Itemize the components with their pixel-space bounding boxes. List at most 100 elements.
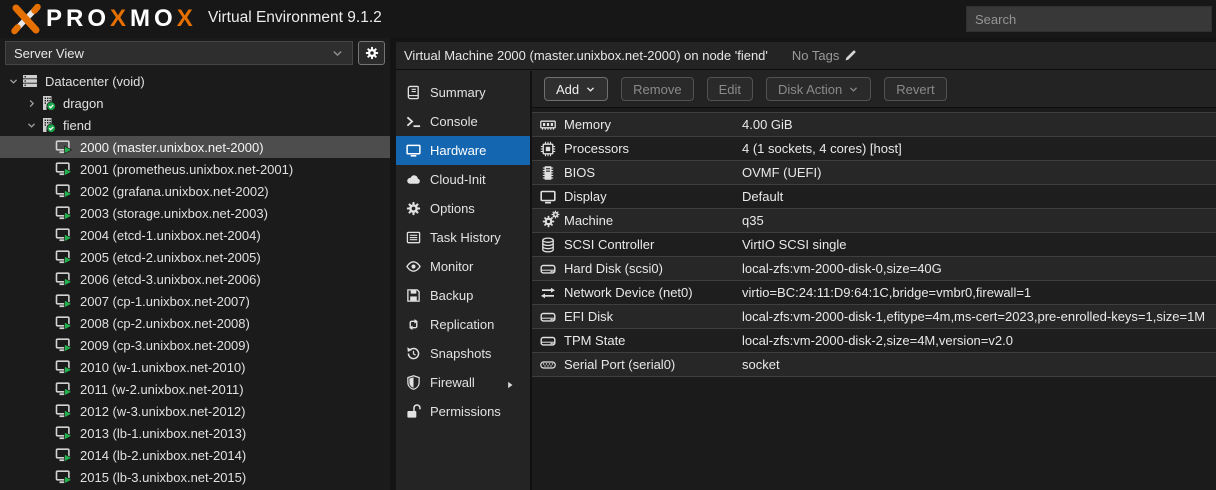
revert-button[interactable]: Revert [884, 77, 947, 101]
no-tags-label: No Tags [791, 48, 840, 63]
hardware-row-machine[interactable]: Machine q35 [532, 209, 1216, 233]
resource-tree: Datacenter (void) dragon fiend 2000 (mas… [0, 70, 390, 490]
edit-button[interactable]: Edit [706, 77, 753, 101]
chevron-down-icon [585, 84, 596, 95]
tree-item-2013[interactable]: 2013 (lb-1.unixbox.net-2013) [0, 422, 390, 444]
unlock-icon [406, 404, 422, 420]
tab-snapshots[interactable]: Snapshots [396, 339, 530, 368]
hardware-row-display[interactable]: Display Default [532, 185, 1216, 209]
tree-item-label: 2015 (lb-3.unixbox.net-2015) [80, 469, 247, 485]
tree-item-fiend[interactable]: fiend [0, 114, 390, 136]
hardware-label: Processors [564, 141, 630, 156]
database-icon [538, 237, 558, 253]
vm-config-menu: Summary Console Hardware Cloud-Init Opti… [396, 71, 530, 490]
tab-task-history[interactable]: Task History [396, 223, 530, 252]
tree-item-2015[interactable]: 2015 (lb-3.unixbox.net-2015) [0, 466, 390, 488]
tree-item-label: 2005 (etcd-2.unixbox.net-2005) [80, 249, 261, 265]
add-button[interactable]: Add [544, 77, 609, 101]
tree-item-label: 2014 (lb-2.unixbox.net-2014) [80, 447, 247, 463]
menu-label: Replication [430, 317, 495, 332]
hardware-table: Memory 4.00 GiB Processors 4 (1 sockets,… [532, 112, 1216, 377]
tab-options[interactable]: Options [396, 194, 530, 223]
vm-running-icon [55, 293, 73, 309]
tree-item-datacenter[interactable]: Datacenter (void) [0, 70, 390, 92]
memory-icon [538, 117, 558, 133]
menu-label: Monitor [430, 259, 474, 274]
tree-item-2007[interactable]: 2007 (cp-1.unixbox.net-2007) [0, 290, 390, 312]
hardware-label: Hard Disk (scsi0) [564, 261, 663, 276]
chevron-down-icon[interactable] [8, 75, 22, 87]
tree-item-label: 2006 (etcd-3.unixbox.net-2006) [80, 271, 261, 287]
tab-hardware[interactable]: Hardware [396, 136, 530, 165]
hardware-row-scsi-controller[interactable]: SCSI Controller VirtIO SCSI single [532, 233, 1216, 257]
chevron-right-icon[interactable] [26, 97, 40, 109]
top-header-bar: PROXMOX Virtual Environment 9.1.2 [0, 0, 1216, 38]
edit-tags-button[interactable] [844, 49, 857, 62]
disk-action-button-label: Disk Action [777, 81, 843, 97]
tree-item-label: 2013 (lb-1.unixbox.net-2013) [80, 425, 247, 441]
list-icon [406, 230, 422, 246]
tab-permissions[interactable]: Permissions [396, 397, 530, 426]
tree-item-2012[interactable]: 2012 (w-3.unixbox.net-2012) [0, 400, 390, 422]
vm-running-icon [55, 359, 73, 375]
tab-monitor[interactable]: Monitor [396, 252, 530, 281]
tree-item-2008[interactable]: 2008 (cp-2.unixbox.net-2008) [0, 312, 390, 334]
node-icon [40, 117, 56, 133]
tab-console[interactable]: Console [396, 107, 530, 136]
menu-label: Firewall [430, 375, 475, 390]
tree-item-2014[interactable]: 2014 (lb-2.unixbox.net-2014) [0, 444, 390, 466]
tree-item-2004[interactable]: 2004 (etcd-1.unixbox.net-2004) [0, 224, 390, 246]
tab-replication[interactable]: Replication [396, 310, 530, 339]
tree-item-2006[interactable]: 2006 (etcd-3.unixbox.net-2006) [0, 268, 390, 290]
pencil-icon [844, 49, 857, 62]
terminal-icon [406, 114, 422, 130]
hardware-row-network-device[interactable]: Network Device (net0) virtio=BC:24:11:D9… [532, 281, 1216, 305]
hardware-row-hard-disk[interactable]: Hard Disk (scsi0) local-zfs:vm-2000-disk… [532, 257, 1216, 281]
microchip-icon [538, 165, 558, 181]
remove-button[interactable]: Remove [621, 77, 694, 101]
tree-item-2002[interactable]: 2002 (grafana.unixbox.net-2002) [0, 180, 390, 202]
monitor-icon [406, 143, 422, 159]
monitor-icon [538, 189, 558, 205]
tree-item-dragon[interactable]: dragon [0, 92, 390, 114]
vm-running-icon [55, 469, 73, 485]
tree-item-label: Datacenter (void) [45, 73, 145, 89]
menu-label: Backup [430, 288, 474, 303]
sync-arrows-icon [406, 317, 422, 333]
vm-running-icon [55, 205, 73, 221]
tree-item-label: 2003 (storage.unixbox.net-2003) [80, 205, 268, 221]
hardware-row-efi-disk[interactable]: EFI Disk local-zfs:vm-2000-disk-1,efityp… [532, 305, 1216, 329]
tab-cloud-init[interactable]: Cloud-Init [396, 165, 530, 194]
main-panel: Virtual Machine 2000 (master.unixbox.net… [396, 42, 1216, 490]
tree-item-label: 2008 (cp-2.unixbox.net-2008) [80, 315, 250, 331]
tab-backup[interactable]: Backup [396, 281, 530, 310]
menu-label: Summary [430, 85, 486, 100]
tree-item-2003[interactable]: 2003 (storage.unixbox.net-2003) [0, 202, 390, 224]
tree-item-label: 2011 (w-2.unixbox.net-2011) [80, 381, 244, 397]
revert-button-label: Revert [896, 81, 935, 97]
tree-item-2011[interactable]: 2011 (w-2.unixbox.net-2011) [0, 378, 390, 400]
disk-action-button[interactable]: Disk Action [765, 77, 872, 101]
chevron-down-icon[interactable] [26, 119, 40, 131]
chevron-down-icon [848, 84, 859, 95]
tree-item-2001[interactable]: 2001 (prometheus.unixbox.net-2001) [0, 158, 390, 180]
vm-running-icon [55, 271, 73, 287]
tab-firewall[interactable]: Firewall [396, 368, 530, 397]
tree-item-label: fiend [63, 117, 92, 133]
hardware-value: VirtIO SCSI single [742, 237, 847, 252]
tree-item-2005[interactable]: 2005 (etcd-2.unixbox.net-2005) [0, 246, 390, 268]
hardware-row-memory[interactable]: Memory 4.00 GiB [532, 113, 1216, 137]
tree-item-2010[interactable]: 2010 (w-1.unixbox.net-2010) [0, 356, 390, 378]
hardware-row-tpm-state[interactable]: TPM State local-zfs:vm-2000-disk-2,size=… [532, 329, 1216, 353]
search-input[interactable] [966, 6, 1212, 32]
hardware-row-processors[interactable]: Processors 4 (1 sockets, 4 cores) [host] [532, 137, 1216, 161]
tree-item-2009[interactable]: 2009 (cp-3.unixbox.net-2009) [0, 334, 390, 356]
hardware-row-serial-port[interactable]: Serial Port (serial0) socket [532, 353, 1216, 377]
tree-item-2000[interactable]: 2000 (master.unixbox.net-2000) [0, 136, 390, 158]
hardware-row-bios[interactable]: BIOS OVMF (UEFI) [532, 161, 1216, 185]
gear-icon [406, 201, 422, 217]
tab-summary[interactable]: Summary [396, 78, 530, 107]
tree-item-label: 2002 (grafana.unixbox.net-2002) [80, 183, 269, 199]
server-view-selector[interactable]: Server View [5, 41, 353, 65]
view-options-button[interactable] [358, 41, 385, 65]
